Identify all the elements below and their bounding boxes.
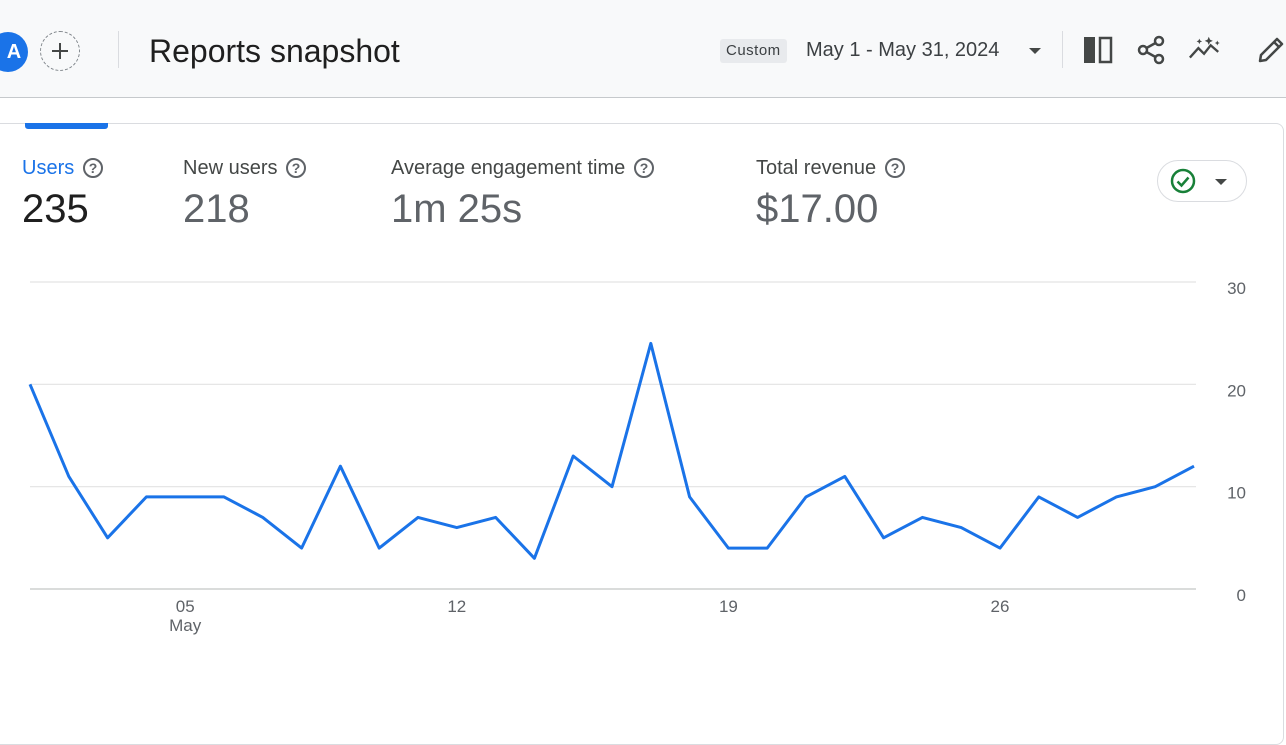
x-tick-sublabel: May bbox=[169, 616, 202, 635]
y-tick-label: 10 bbox=[1227, 484, 1246, 503]
users-line-chart: 0 10 20 30 05May 12 19 26 bbox=[28, 279, 1246, 635]
users-series-line bbox=[28, 341, 1195, 560]
x-tick-label: 12 bbox=[447, 597, 466, 616]
y-tick-label: 0 bbox=[1237, 586, 1246, 605]
x-tick-label: 19 bbox=[719, 597, 738, 616]
y-tick-label: 30 bbox=[1227, 279, 1246, 298]
x-tick-label: 05 bbox=[176, 597, 195, 616]
y-tick-label: 20 bbox=[1227, 381, 1246, 400]
x-tick-label: 26 bbox=[991, 597, 1010, 616]
